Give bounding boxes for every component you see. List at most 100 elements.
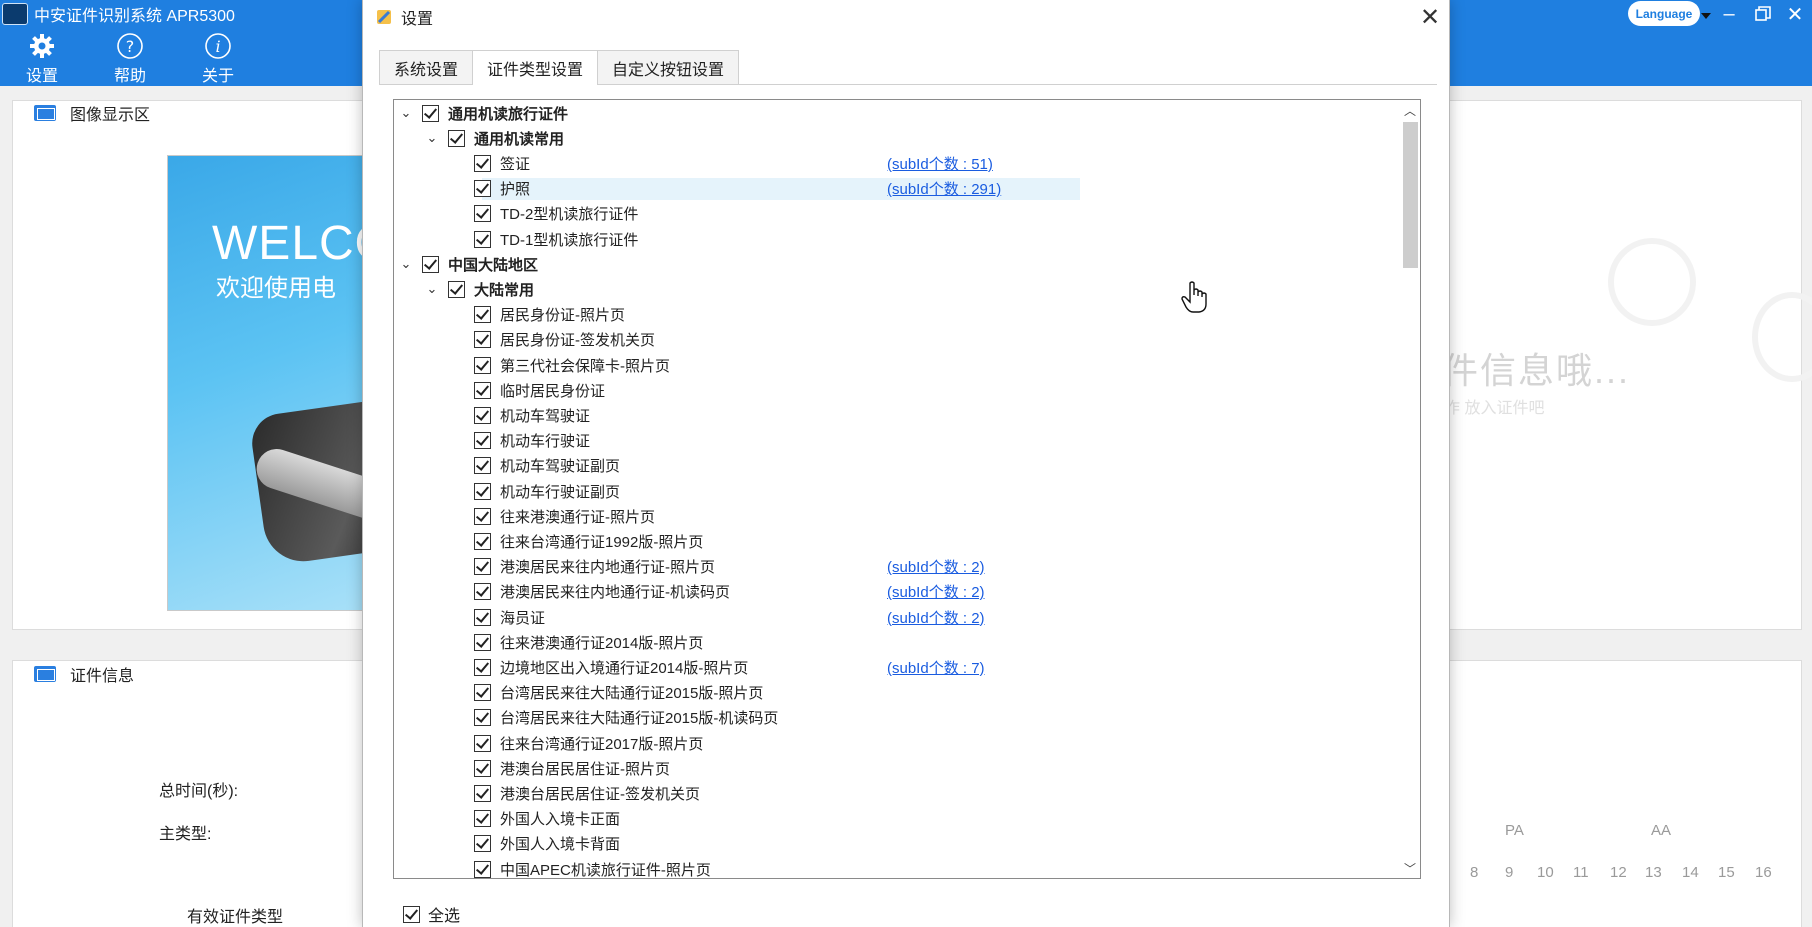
tree-item-checkbox[interactable]	[474, 432, 491, 450]
tree-item[interactable]: 居民身份证-照片页	[394, 303, 1400, 327]
tree-item-checkbox[interactable]	[474, 709, 491, 727]
tree-item[interactable]: 港澳居民来往内地通行证-照片页 (subId个数 : 2)	[394, 555, 1400, 579]
tree-item-checkbox[interactable]	[422, 255, 439, 273]
tree-item[interactable]: 港澳台居民居住证-照片页	[394, 756, 1400, 780]
tree-item[interactable]: 往来台湾通行证1992版-照片页	[394, 529, 1400, 553]
tree-item-checkbox[interactable]	[474, 406, 491, 424]
tree-item[interactable]: ⌄ 通用机读旅行证件	[394, 101, 1400, 125]
tree-item[interactable]: 台湾居民来往大陆通行证2015版-机读码页	[394, 706, 1400, 730]
tree-scrollbar[interactable]: ︿ ﹀	[1400, 100, 1420, 878]
subid-count-link[interactable]: (subId个数 : 2)	[887, 607, 985, 628]
tab-system-settings[interactable]: 系统设置	[379, 50, 474, 84]
tree-item-checkbox[interactable]	[474, 482, 491, 500]
subid-count-link[interactable]: (subId个数 : 7)	[887, 657, 985, 678]
select-all[interactable]: 全选	[403, 902, 460, 926]
help-button[interactable]: ? 帮助	[100, 32, 160, 86]
tree-item-checkbox[interactable]	[474, 784, 491, 802]
tree-item-label: 机动车驾驶证副页	[500, 458, 621, 476]
tree-item-checkbox[interactable]	[474, 180, 491, 198]
tree-item-checkbox[interactable]	[474, 810, 491, 828]
tab-custom-button-settings[interactable]: 自定义按钮设置	[597, 50, 740, 84]
svg-text:?: ?	[126, 37, 135, 56]
tree-item[interactable]: 台湾居民来往大陆通行证2015版-照片页	[394, 681, 1400, 705]
scroll-up-icon[interactable]: ︿	[1400, 100, 1420, 120]
about-button[interactable]: i 关于	[188, 32, 248, 86]
tree-item-checkbox[interactable]	[448, 280, 465, 298]
tree-item-checkbox[interactable]	[474, 608, 491, 626]
tree-item-checkbox[interactable]	[474, 633, 491, 651]
subid-count-link[interactable]: (subId个数 : 291)	[887, 178, 1001, 199]
tree-item-checkbox[interactable]	[474, 684, 491, 702]
tree-item-checkbox[interactable]	[474, 835, 491, 853]
tree-item[interactable]: ⌄ 大陆常用	[394, 277, 1400, 301]
tree-item-checkbox[interactable]	[474, 331, 491, 349]
tree-item-checkbox[interactable]	[474, 583, 491, 601]
tree-item-checkbox[interactable]	[474, 356, 491, 374]
tree-item[interactable]: ⌄ 通用机读常用	[394, 126, 1400, 150]
scroll-down-icon[interactable]: ﹀	[1400, 858, 1420, 878]
chevron-down-icon[interactable]	[1701, 13, 1711, 19]
tree-item[interactable]: 外国人入境卡正面	[394, 807, 1400, 831]
restore-icon[interactable]	[1746, 0, 1780, 28]
tree-item-checkbox[interactable]	[474, 860, 491, 878]
tree-item[interactable]: 护照 (subId个数 : 291)	[394, 177, 1400, 201]
tree-item[interactable]: 临时居民身份证	[394, 378, 1400, 402]
tree-item-checkbox[interactable]	[474, 381, 491, 399]
tree-item-checkbox[interactable]	[474, 507, 491, 525]
tree-item-label: 通用机读旅行证件	[448, 105, 569, 123]
tree-item-checkbox[interactable]	[474, 306, 491, 324]
tree-item[interactable]: 机动车行驶证	[394, 429, 1400, 453]
tree-item[interactable]: 签证 (subId个数 : 51)	[394, 151, 1400, 175]
tree-item-checkbox[interactable]	[474, 759, 491, 777]
subid-count-link[interactable]: (subId个数 : 2)	[887, 581, 985, 602]
tree-item[interactable]: 第三代社会保障卡-照片页	[394, 353, 1400, 377]
tree-item-checkbox[interactable]	[474, 457, 491, 475]
tree-item-checkbox[interactable]	[448, 129, 465, 147]
dialog-close-icon[interactable]: ✕	[1415, 2, 1445, 32]
tree-item[interactable]: 港澳台居民居住证-签发机关页	[394, 781, 1400, 805]
tree-item[interactable]: 外国人入境卡背面	[394, 832, 1400, 856]
tree-item[interactable]: TD-1型机读旅行证件	[394, 227, 1400, 251]
tree-item-checkbox[interactable]	[474, 658, 491, 676]
expand-chevron-icon[interactable]: ⌄	[400, 105, 412, 120]
scrollbar-thumb[interactable]	[1403, 122, 1418, 268]
tree-item[interactable]: 中国APEC机读旅行证件-照片页	[394, 857, 1400, 878]
tree-item[interactable]: 往来港澳通行证-照片页	[394, 504, 1400, 528]
tree-item-checkbox[interactable]	[422, 104, 439, 122]
tree-item[interactable]: 居民身份证-签发机关页	[394, 328, 1400, 352]
tree-item[interactable]: 海员证 (subId个数 : 2)	[394, 605, 1400, 629]
tree-item-checkbox[interactable]	[474, 734, 491, 752]
tree-item-label: 港澳居民来往内地通行证-照片页	[500, 559, 715, 577]
tree-item[interactable]: 港澳居民来往内地通行证-机读码页 (subId个数 : 2)	[394, 580, 1400, 604]
subid-count-link[interactable]: (subId个数 : 2)	[887, 556, 985, 577]
tree-item[interactable]: 机动车驾驶证	[394, 403, 1400, 427]
settings-button[interactable]: 设置	[12, 32, 72, 86]
tree-item-checkbox[interactable]	[474, 558, 491, 576]
tree-item-checkbox[interactable]	[474, 154, 491, 172]
tab-card-type-settings[interactable]: 证件类型设置	[472, 50, 599, 85]
select-all-checkbox[interactable]	[403, 905, 420, 923]
expand-chevron-icon[interactable]: ⌄	[400, 256, 412, 271]
tree-item[interactable]: ⌄ 中国大陆地区	[394, 252, 1400, 276]
tree-item-label: 台湾居民来往大陆通行证2015版-机读码页	[500, 710, 779, 728]
tree-item-checkbox[interactable]	[474, 230, 491, 248]
tree-item[interactable]: 往来台湾通行证2017版-照片页	[394, 731, 1400, 755]
tree-item[interactable]: 边境地区出入境通行证2014版-照片页 (subId个数 : 7)	[394, 655, 1400, 679]
language-button[interactable]: Language	[1628, 1, 1700, 26]
close-icon[interactable]: ✕	[1778, 0, 1812, 28]
tree-item-checkbox[interactable]	[474, 205, 491, 223]
expand-chevron-icon[interactable]: ⌄	[426, 281, 438, 296]
tree-item-label: 港澳台居民居住证-签发机关页	[500, 785, 700, 803]
tree-item[interactable]: 往来港澳通行证2014版-照片页	[394, 630, 1400, 654]
expand-chevron-icon[interactable]: ⌄	[426, 130, 438, 145]
select-all-label: 全选	[428, 908, 461, 925]
hand-cursor-icon	[1181, 281, 1207, 313]
card-type-tree[interactable]: ︿ ﹀ ⌄ 通用机读旅行证件 ⌄ 通用机读常用 签证 (subId个数 : 51) 护照 (s…	[393, 99, 1421, 879]
subid-count-link[interactable]: (subId个数 : 51)	[887, 153, 993, 174]
tree-item[interactable]: 机动车行驶证副页	[394, 479, 1400, 503]
minimize-icon[interactable]: –	[1712, 0, 1746, 28]
tree-item-checkbox[interactable]	[474, 532, 491, 550]
tree-item-label: 机动车驾驶证	[500, 407, 591, 425]
tree-item[interactable]: TD-2型机读旅行证件	[394, 202, 1400, 226]
tree-item[interactable]: 机动车驾驶证副页	[394, 454, 1400, 478]
